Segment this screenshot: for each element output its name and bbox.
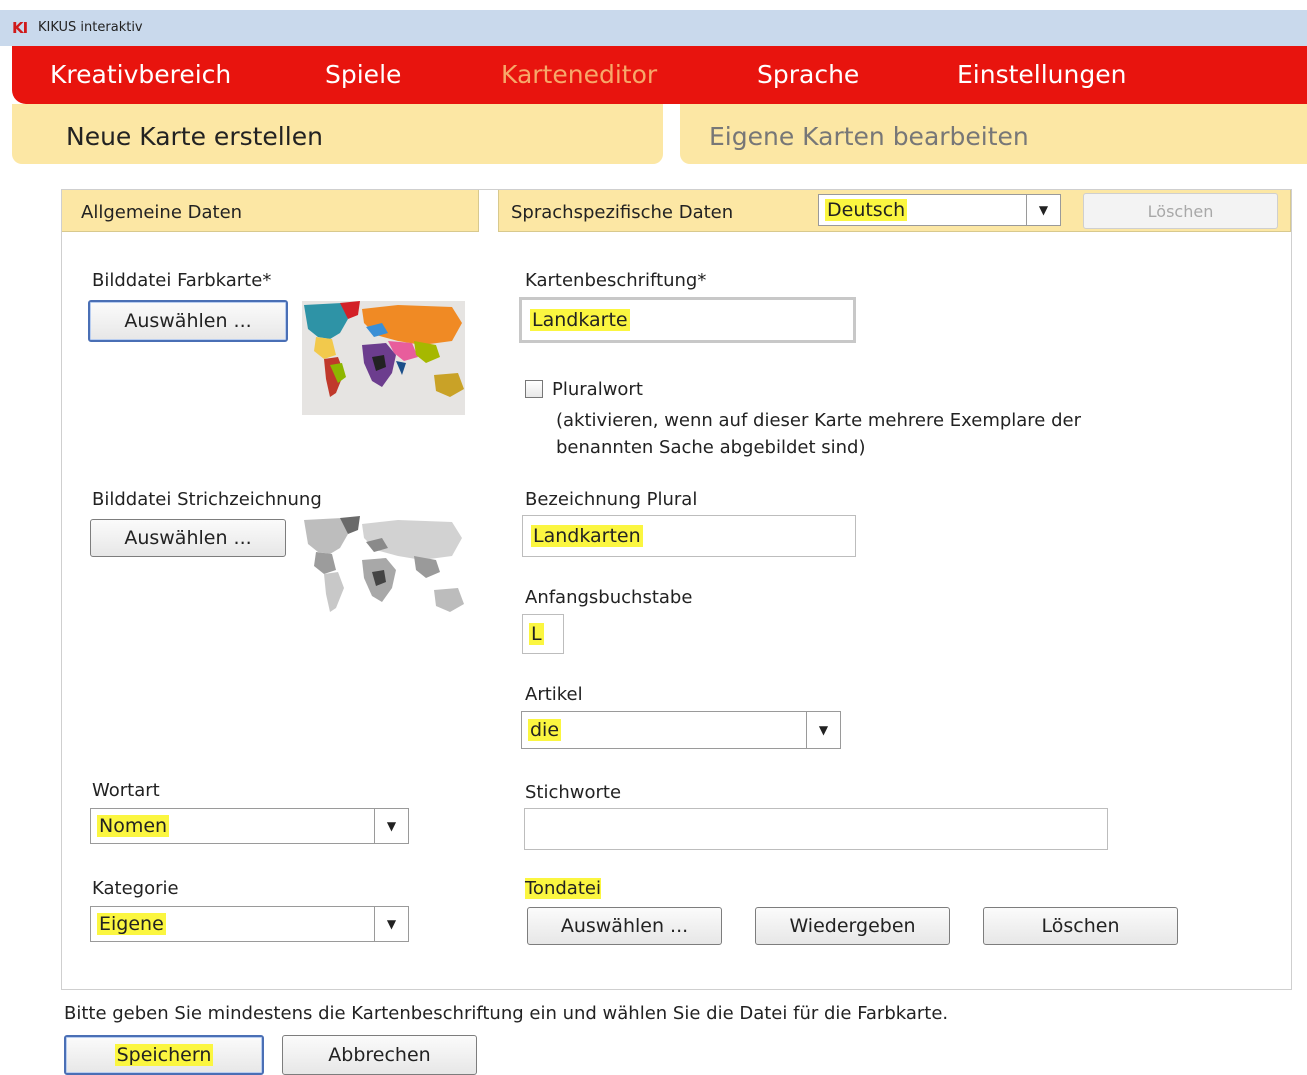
plural-value: Landkarten (531, 525, 643, 547)
footer-hint: Bitte geben Sie mindestens die Kartenbes… (64, 1003, 949, 1024)
nav-item-kreativbereich[interactable]: Kreativbereich (50, 60, 231, 89)
tab-edit-cards-label: Eigene Karten bearbeiten (709, 122, 1029, 151)
save-button[interactable]: Speichern (64, 1035, 264, 1075)
color-image-label: Bilddatei Farbkarte* (92, 270, 272, 291)
word-type-label: Wortart (92, 780, 160, 801)
keywords-input[interactable] (524, 808, 1108, 850)
tab-edit-cards[interactable]: Eigene Karten bearbeiten (680, 104, 1307, 164)
tab-new-card[interactable]: Neue Karte erstellen (12, 104, 663, 164)
initial-value: L (529, 623, 544, 645)
select-color-image-button[interactable]: Auswählen ... (88, 300, 288, 342)
tab-language-data-label: Sprachspezifische Daten (511, 202, 734, 223)
language-select[interactable]: Deutsch ▼ (818, 194, 1061, 226)
category-select[interactable]: Eigene ▼ (90, 906, 409, 942)
article-label: Artikel (525, 684, 583, 705)
tab-general-data-label: Allgemeine Daten (81, 202, 243, 223)
chevron-down-icon: ▼ (374, 809, 408, 843)
delete-language-button[interactable]: Löschen (1083, 193, 1278, 229)
category-label: Kategorie (92, 878, 179, 899)
initial-input[interactable]: L (522, 614, 564, 654)
chevron-down-icon: ▼ (806, 712, 840, 748)
chevron-down-icon: ▼ (374, 907, 408, 941)
caption-input[interactable]: Landkarte (519, 297, 856, 343)
word-type-select[interactable]: Nomen ▼ (90, 808, 409, 844)
app-logo: KI (12, 19, 28, 37)
article-value: die (528, 719, 562, 741)
line-drawing-thumbnail-image (304, 516, 464, 612)
initial-label: Anfangsbuchstabe (525, 587, 693, 608)
play-sound-button[interactable]: Wiedergeben (755, 907, 950, 945)
article-select[interactable]: die ▼ (521, 711, 841, 749)
nav-item-sprache[interactable]: Sprache (757, 60, 859, 89)
keywords-label: Stichworte (525, 782, 622, 803)
word-type-value: Nomen (97, 815, 170, 837)
tab-general-data[interactable]: Allgemeine Daten (62, 190, 479, 232)
window-title-bar: KI KIKUS interaktiv (0, 10, 1307, 46)
save-button-label: Speichern (114, 1044, 214, 1066)
cancel-button[interactable]: Abbrechen (282, 1035, 477, 1075)
plural-label: Bezeichnung Plural (525, 489, 698, 510)
line-image-label: Bilddatei Strichzeichnung (92, 489, 322, 510)
plural-hint-line1: (aktivieren, wenn auf dieser Karte mehre… (556, 410, 1082, 431)
category-value: Eigene (97, 913, 166, 935)
chevron-down-icon: ▼ (1026, 195, 1060, 225)
plural-input[interactable]: Landkarten (522, 515, 856, 557)
select-sound-button[interactable]: Auswählen ... (527, 907, 722, 945)
plural-word-label: Pluralwort (552, 379, 643, 400)
language-select-value: Deutsch (825, 199, 908, 221)
caption-label: Kartenbeschriftung* (525, 270, 707, 291)
plural-hint-line2: benannten Sache abgebildet sind) (556, 437, 866, 458)
color-map-thumbnail (302, 301, 465, 415)
select-line-image-button[interactable]: Auswählen ... (90, 519, 286, 557)
line-drawing-thumbnail (302, 516, 465, 630)
sound-file-label: Tondatei (525, 878, 601, 899)
delete-sound-button[interactable]: Löschen (983, 907, 1178, 945)
nav-item-karteneditor[interactable]: Karteneditor (501, 60, 657, 89)
nav-item-einstellungen[interactable]: Einstellungen (957, 60, 1126, 89)
nav-item-spiele[interactable]: Spiele (325, 60, 401, 89)
main-navigation: Kreativbereich Spiele Karteneditor Sprac… (12, 46, 1307, 104)
color-map-thumbnail-image (302, 301, 465, 415)
caption-value: Landkarte (530, 309, 630, 331)
plural-word-checkbox[interactable] (525, 380, 543, 398)
app-title: KIKUS interaktiv (38, 20, 143, 35)
tab-new-card-label: Neue Karte erstellen (66, 122, 323, 151)
